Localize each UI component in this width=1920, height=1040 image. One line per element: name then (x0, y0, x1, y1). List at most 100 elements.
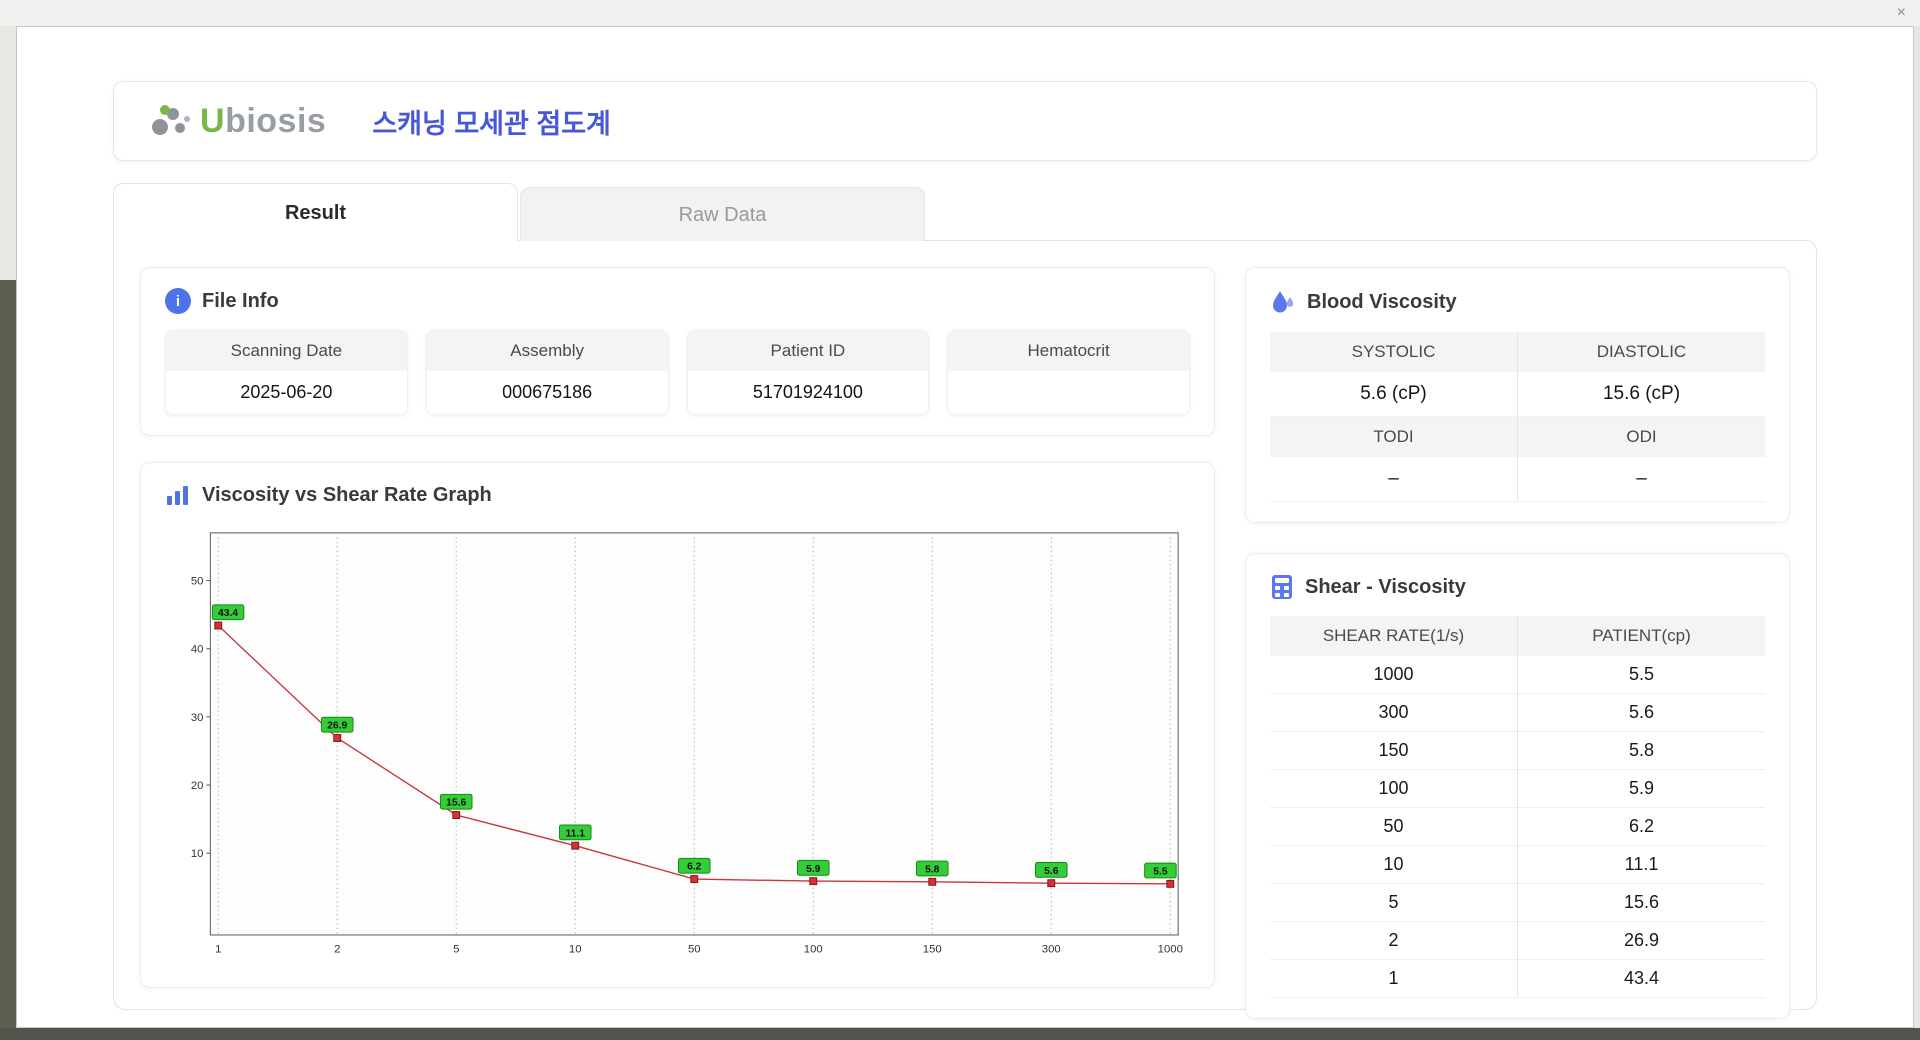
table-row: 50 6.2 (1270, 808, 1765, 846)
svg-text:300: 300 (1042, 944, 1061, 956)
cell-shear: 50 (1270, 808, 1517, 846)
cell-patient: 5.6 (1517, 694, 1765, 732)
shear-viscosity-title: Shear - Viscosity (1305, 575, 1466, 598)
blood-viscosity-card: Blood Viscosity SYSTOLIC DIASTOLIC 5.6 (… (1245, 267, 1790, 523)
window-title-strip (0, 0, 1920, 26)
todi-label: TODI (1270, 417, 1517, 457)
table-row: 1 43.4 (1270, 960, 1765, 998)
svg-text:1: 1 (215, 944, 221, 956)
logo-text: Ubiosis (200, 102, 326, 141)
svg-text:15.6: 15.6 (446, 798, 466, 809)
diastolic-value: 15.6 (cP) (1517, 372, 1765, 417)
table-row: 100 5.9 (1270, 770, 1765, 808)
field-hematocrit: Hematocrit (947, 330, 1190, 415)
field-assembly: Assembly 000675186 (425, 330, 669, 415)
svg-text:11.1: 11.1 (565, 828, 585, 839)
cell-shear: 100 (1270, 770, 1517, 808)
shear-viscosity-header: Shear - Viscosity (1270, 574, 1765, 600)
shear-viscosity-table: SHEAR RATE(1/s) PATIENT(cp) 1000 5.5 300… (1270, 616, 1765, 998)
tab-result[interactable]: Result (113, 183, 518, 241)
left-column: i File Info Scanning Date 2025-06-20 Ass… (140, 267, 1215, 988)
svg-text:6.2: 6.2 (687, 862, 702, 873)
header: Ubiosis 스캐닝 모세관 점도계 (113, 81, 1817, 161)
content-panel: i File Info Scanning Date 2025-06-20 Ass… (113, 240, 1817, 1019)
field-label: Hematocrit (948, 331, 1189, 371)
desktop-background (0, 280, 16, 1040)
viscosity-chart: 1 2 5 10 50 100 150 300 1000 10 20 30 40 50 43.4 26.9 15… (165, 523, 1190, 967)
logo-icon (152, 105, 190, 135)
field-label: Patient ID (687, 331, 929, 371)
cell-shear: 150 (1270, 732, 1517, 770)
graph-title: Viscosity vs Shear Rate Graph (202, 483, 492, 506)
cell-patient: 6.2 (1517, 808, 1765, 846)
col-shear-rate: SHEAR RATE(1/s) (1270, 616, 1517, 656)
svg-text:100: 100 (804, 944, 823, 956)
field-label: Scanning Date (166, 331, 407, 371)
ubiosis-logo: Ubiosis (148, 101, 326, 141)
table-row: 5 15.6 (1270, 884, 1765, 922)
droplet-icon (1273, 291, 1294, 313)
cell-patient: 5.5 (1517, 656, 1765, 694)
field-value: 2025-06-20 (240, 382, 333, 402)
graph-card: Viscosity vs Shear Rate Graph 1 2 5 10 50 100… (140, 462, 1215, 988)
graph-header: Viscosity vs Shear Rate Graph (165, 483, 1190, 507)
svg-text:2: 2 (334, 944, 340, 956)
file-info-title: File Info (202, 289, 279, 312)
cell-patient: 43.4 (1517, 960, 1765, 998)
app-window: Ubiosis 스캐닝 모세관 점도계 Result Raw Data i Fi… (16, 26, 1914, 1028)
cell-patient: 15.6 (1517, 884, 1765, 922)
shear-viscosity-card: Shear - Viscosity SHEAR RATE(1/s) PATIEN… (1245, 553, 1790, 1019)
blood-viscosity-table: SYSTOLIC DIASTOLIC 5.6 (cP) 15.6 (cP) TO… (1270, 332, 1765, 502)
svg-text:20: 20 (191, 780, 204, 792)
col-patient: PATIENT(cp) (1517, 616, 1765, 656)
field-value: 000675186 (502, 382, 593, 402)
cell-shear: 2 (1270, 922, 1517, 960)
info-icon: i (165, 288, 191, 314)
svg-text:50: 50 (688, 944, 701, 956)
svg-text:1000: 1000 (1158, 944, 1183, 956)
svg-text:5: 5 (453, 944, 459, 956)
diastolic-label: DIASTOLIC (1517, 332, 1765, 372)
cell-shear: 300 (1270, 694, 1517, 732)
cell-patient: 26.9 (1517, 922, 1765, 960)
svg-text:40: 40 (191, 644, 204, 656)
logo-letter-u: U (200, 101, 226, 140)
close-icon[interactable]: × (1897, 3, 1906, 23)
svg-text:5.9: 5.9 (806, 864, 821, 875)
field-value (948, 371, 1189, 414)
table-header-row: SYSTOLIC DIASTOLIC (1270, 332, 1765, 372)
table-row: – – (1270, 457, 1765, 502)
calculator-icon (1272, 575, 1292, 599)
svg-text:30: 30 (191, 712, 204, 724)
table-row: 1000 5.5 (1270, 656, 1765, 694)
logo-rest: biosis (225, 101, 327, 140)
bar-chart-icon (167, 486, 188, 505)
cell-shear: 1 (1270, 960, 1517, 998)
cell-patient: 11.1 (1517, 846, 1765, 884)
file-info-header: i File Info (165, 288, 1190, 314)
table-row: 2 26.9 (1270, 922, 1765, 960)
odi-value: – (1517, 457, 1765, 502)
table-row: 150 5.8 (1270, 732, 1765, 770)
cell-patient: 5.9 (1517, 770, 1765, 808)
field-label: Assembly (426, 331, 668, 371)
table-row: 300 5.6 (1270, 694, 1765, 732)
field-value: 51701924100 (752, 382, 863, 402)
svg-text:5.5: 5.5 (1153, 866, 1168, 877)
file-info-fields: Scanning Date 2025-06-20 Assembly 000675… (165, 330, 1190, 415)
blood-viscosity-title: Blood Viscosity (1307, 290, 1457, 313)
tab-bar: Result Raw Data (113, 183, 1817, 241)
tab-raw-data[interactable]: Raw Data (520, 187, 925, 241)
svg-text:10: 10 (569, 944, 582, 956)
svg-text:26.9: 26.9 (327, 721, 347, 732)
field-scanning-date: Scanning Date 2025-06-20 (165, 330, 408, 415)
svg-text:10: 10 (191, 848, 204, 860)
odi-label: ODI (1517, 417, 1765, 457)
right-column: Blood Viscosity SYSTOLIC DIASTOLIC 5.6 (… (1245, 267, 1790, 1019)
svg-text:43.4: 43.4 (218, 608, 238, 619)
table-header-row: TODI ODI (1270, 417, 1765, 457)
svg-text:50: 50 (191, 576, 204, 588)
page-title: 스캐닝 모세관 점도계 (372, 108, 611, 139)
svg-text:5.6: 5.6 (1044, 866, 1059, 877)
viscosity-chart-svg: 1 2 5 10 50 100 150 300 1000 10 20 30 40 50 43.4 26.9 15… (191, 532, 1183, 956)
